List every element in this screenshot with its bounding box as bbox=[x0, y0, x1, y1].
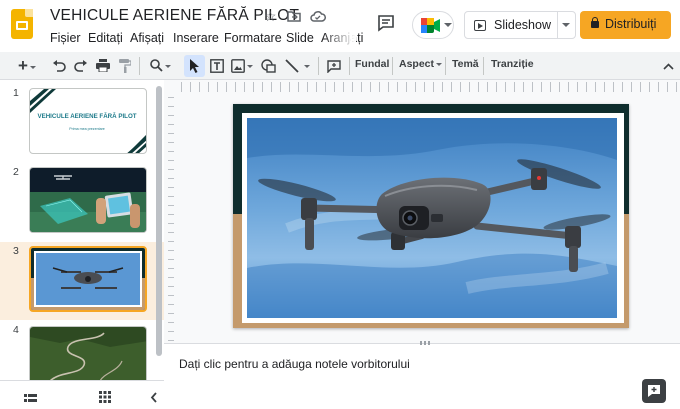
share-button[interactable]: Distribuiți bbox=[580, 11, 671, 39]
layout-caret-icon bbox=[436, 62, 443, 66]
app-window: VEHICULE AERIENE FĂRĂ PILOT ☆ Fișier Edi… bbox=[0, 0, 680, 409]
share-label: Distribuiți bbox=[605, 17, 657, 31]
meet-caret-icon bbox=[444, 23, 452, 27]
filmstrip-scrollbar[interactable] bbox=[156, 86, 162, 356]
speaker-notes-icon[interactable] bbox=[642, 379, 666, 403]
filmstrip-footer bbox=[0, 380, 164, 409]
toolbar-divider bbox=[483, 57, 484, 75]
image-icon[interactable] bbox=[229, 55, 255, 77]
slideshow-button[interactable]: Slideshow bbox=[464, 11, 576, 39]
slide-1-subtitle: Prima mea prezentare bbox=[69, 127, 105, 131]
slide-number: 2 bbox=[13, 166, 19, 178]
menu-format[interactable]: Formatare bbox=[224, 31, 282, 45]
slide-thumbnail-4[interactable] bbox=[29, 326, 147, 380]
print-icon[interactable] bbox=[94, 55, 112, 77]
vertical-ruler bbox=[168, 97, 174, 343]
collapse-icon[interactable] bbox=[660, 55, 676, 77]
toolbar-divider bbox=[318, 57, 319, 75]
text-box-icon[interactable] bbox=[208, 55, 226, 77]
slide-number: 4 bbox=[13, 324, 19, 336]
comment-icon[interactable] bbox=[376, 14, 396, 32]
slideshow-label: Slideshow bbox=[494, 18, 551, 32]
slide-canvas[interactable] bbox=[233, 104, 629, 328]
menu-slide[interactable]: Slide bbox=[286, 31, 314, 45]
toolbar-divider bbox=[392, 57, 393, 75]
toolbar-divider bbox=[139, 57, 140, 75]
redo-icon[interactable] bbox=[72, 55, 90, 77]
slide-number: 3 bbox=[13, 245, 19, 257]
background-button[interactable]: Fundal bbox=[355, 58, 389, 70]
select-icon[interactable] bbox=[184, 55, 205, 77]
layout-label: Aspect bbox=[399, 58, 435, 70]
chevron-left-icon[interactable] bbox=[150, 390, 158, 408]
star-icon[interactable]: ☆ bbox=[264, 8, 277, 25]
drone-photo[interactable] bbox=[247, 118, 617, 318]
menu-view[interactable]: Afișați bbox=[130, 31, 164, 45]
slide-number: 1 bbox=[13, 87, 19, 99]
speaker-notes-panel: Dați clic pentru a adăuga notele vorbito… bbox=[164, 341, 680, 409]
slideshow-dropdown-icon[interactable] bbox=[562, 23, 570, 27]
paint-format-icon[interactable] bbox=[116, 55, 134, 77]
menu-edit[interactable]: Editați bbox=[88, 31, 123, 45]
header-divider bbox=[351, 0, 352, 52]
speaker-notes-field[interactable]: Dați clic pentru a adăuga notele vorbito… bbox=[179, 357, 410, 371]
cloud-icon[interactable] bbox=[310, 9, 326, 25]
move-folder-icon[interactable] bbox=[287, 9, 301, 25]
slideshow-divider bbox=[557, 12, 558, 38]
slide-1-title: VEHICULE AERIENE FĂRĂ PILOT bbox=[37, 113, 137, 120]
meet-button[interactable] bbox=[412, 11, 454, 39]
slides-logo-icon[interactable] bbox=[11, 9, 33, 39]
toolbar-divider bbox=[445, 57, 446, 75]
toolbar-divider bbox=[349, 57, 350, 75]
theme-button[interactable]: Temă bbox=[452, 58, 479, 70]
zoom-icon[interactable] bbox=[145, 55, 175, 77]
slide-thumbnail-3[interactable] bbox=[29, 246, 147, 312]
grid-view-icon[interactable] bbox=[99, 390, 111, 408]
toolbar: + Fundal Aspect Temă Tranziție bbox=[0, 52, 680, 80]
filmstrip: 1 VEHICULE AERIENE FĂRĂ PILOT Prima mea … bbox=[0, 80, 164, 380]
add-comment-icon[interactable] bbox=[324, 55, 344, 77]
list-view-icon[interactable] bbox=[24, 391, 37, 409]
slide-thumbnail-1[interactable]: VEHICULE AERIENE FĂRĂ PILOT Prima mea pr… bbox=[29, 88, 147, 154]
notes-drag-handle[interactable] bbox=[420, 341, 432, 345]
add-icon[interactable]: + bbox=[10, 55, 44, 77]
layout-button[interactable]: Aspect bbox=[399, 58, 443, 70]
undo-icon[interactable] bbox=[50, 55, 68, 77]
horizontal-ruler bbox=[181, 82, 680, 92]
shape-icon[interactable] bbox=[258, 55, 278, 77]
meet-icon bbox=[421, 18, 440, 33]
line-icon[interactable] bbox=[282, 55, 312, 77]
transition-button[interactable]: Tranziție bbox=[491, 58, 534, 70]
lock-icon bbox=[591, 17, 599, 28]
document-title[interactable]: VEHICULE AERIENE FĂRĂ PILOT bbox=[50, 7, 299, 25]
present-icon bbox=[474, 20, 486, 31]
menu-insert[interactable]: Inserare bbox=[173, 31, 219, 45]
header: VEHICULE AERIENE FĂRĂ PILOT ☆ Fișier Edi… bbox=[0, 0, 680, 52]
menu-file[interactable]: Fișier bbox=[50, 31, 81, 45]
slide-thumbnail-2[interactable] bbox=[29, 167, 147, 233]
